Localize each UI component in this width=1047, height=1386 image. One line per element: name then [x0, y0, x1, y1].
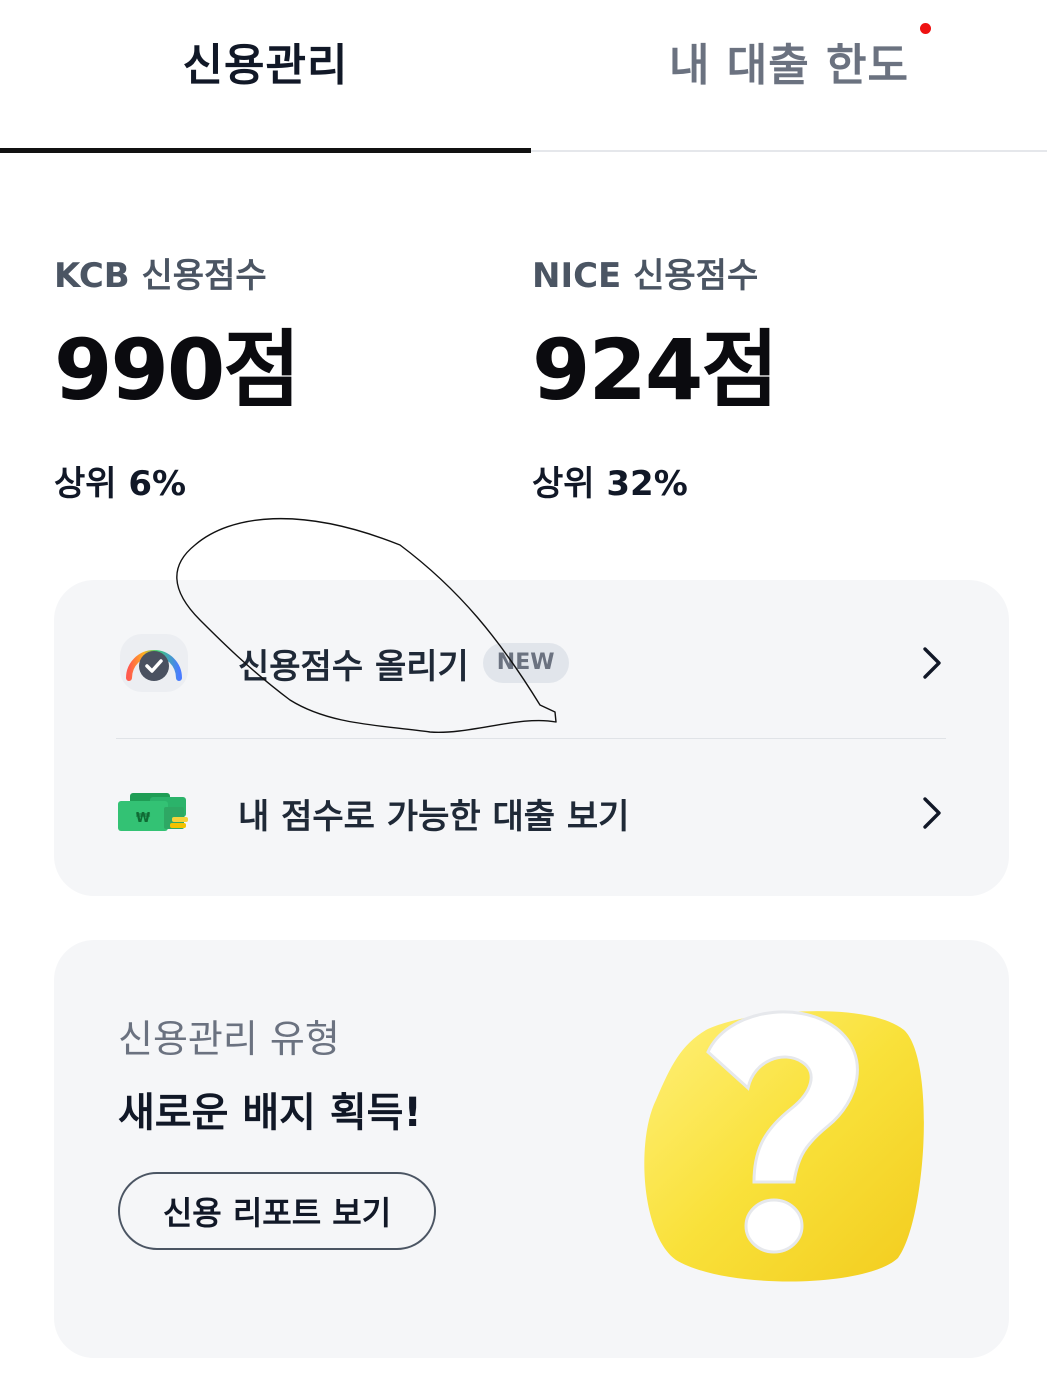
menu-item-raise-score-label-wrap: 신용점수 올리기 NEW [238, 639, 569, 688]
menu-item-raise-score[interactable]: 신용점수 올리기 NEW [54, 588, 1009, 738]
credit-type-title: 새로운 배지 획득! [118, 1090, 422, 1136]
chevron-right-icon [923, 797, 941, 829]
question-mark-icon [644, 1010, 924, 1282]
credit-type-card[interactable]: 신용관리 유형 새로운 배지 획득! 신용 리포트 보기 [54, 940, 1009, 1358]
nice-score-block[interactable]: NICE 신용점수 924점 상위 32% [532, 252, 779, 506]
gauge-icon [116, 625, 192, 701]
kcb-score-label: KCB 신용점수 [54, 256, 267, 296]
new-badge: NEW [482, 643, 569, 683]
kcb-score-value: 990점 [54, 321, 301, 419]
svg-text:₩: ₩ [136, 811, 151, 826]
kcb-score-block[interactable]: KCB 신용점수 990점 상위 6% [54, 252, 301, 506]
credit-report-button[interactable]: 신용 리포트 보기 [118, 1172, 436, 1250]
menu-item-available-loans-label: 내 점수로 가능한 대출 보기 [238, 796, 630, 837]
money-stack-icon: ₩ [116, 775, 192, 851]
menu-item-available-loans[interactable]: ₩ 내 점수로 가능한 대출 보기 [54, 738, 1009, 888]
active-tab-indicator [0, 148, 531, 153]
tab-loan-limit[interactable]: 내 대출 한도 [531, 0, 1047, 152]
tab-credit-management-label: 신용관리 [182, 40, 349, 91]
nice-score-rank: 상위 32% [532, 464, 688, 504]
menu-item-raise-score-label: 신용점수 올리기 [238, 646, 469, 687]
notification-dot [920, 23, 932, 34]
tab-loan-limit-label: 내 대출 한도 [668, 40, 910, 91]
tab-loan-limit-label-wrap: 내 대출 한도 [668, 23, 932, 93]
kcb-score-rank: 상위 6% [54, 464, 187, 504]
nice-score-label: NICE 신용점수 [532, 256, 759, 296]
menu-item-available-loans-label-wrap: 내 점수로 가능한 대출 보기 [238, 789, 629, 838]
chevron-right-icon [923, 647, 941, 679]
credit-type-subtitle: 신용관리 유형 [118, 1017, 340, 1061]
tab-credit-management[interactable]: 신용관리 [0, 0, 531, 152]
nice-score-value: 924점 [532, 321, 779, 419]
menu-card: 신용점수 올리기 NEW ₩ 내 점수로 가능한 대출 보기 [54, 580, 1009, 896]
tab-bar: 신용관리 내 대출 한도 [0, 0, 1047, 153]
